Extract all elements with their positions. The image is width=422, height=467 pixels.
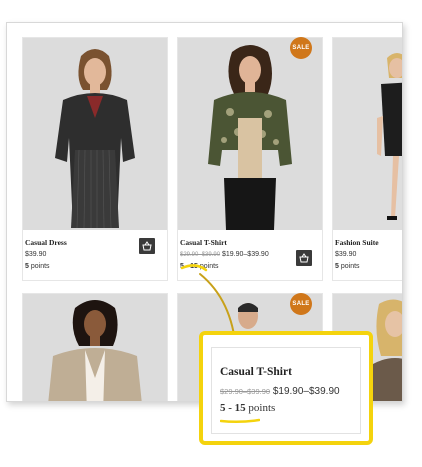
zoomed-current-price: $19.90–$39.90 bbox=[272, 386, 340, 397]
highlight-underline bbox=[220, 418, 260, 424]
points-value: 5 - 15 bbox=[180, 263, 198, 270]
product-points: 5 points bbox=[335, 263, 360, 270]
model-photo-t-shirt bbox=[178, 38, 322, 230]
product-image[interactable] bbox=[333, 38, 402, 230]
model-photo-blazer bbox=[23, 294, 167, 401]
current-price: $19.90–$39.90 bbox=[222, 251, 269, 258]
zoom-callout: Casual T-Shirt $29.90–$39.90 $19.90–$39.… bbox=[199, 331, 373, 445]
product-points: 5 - 15 points bbox=[180, 263, 219, 270]
product-image[interactable] bbox=[23, 294, 167, 401]
product-price: $39.90 bbox=[335, 251, 357, 258]
product-card[interactable] bbox=[22, 293, 168, 401]
points-suffix: points bbox=[199, 263, 219, 270]
points-value: 5 bbox=[335, 263, 339, 270]
add-to-cart-button[interactable] bbox=[139, 238, 155, 254]
basket-icon bbox=[299, 253, 309, 263]
product-card-fashion-suite[interactable]: Fashion Suite $39.90 5 points bbox=[332, 37, 402, 281]
product-image[interactable] bbox=[23, 38, 167, 230]
product-card-casual-t-shirt[interactable]: SALE Casual T-Shirt $29.90–$39.90 $19.90… bbox=[177, 37, 323, 281]
points-suffix: points bbox=[340, 263, 360, 270]
model-photo-suite bbox=[333, 38, 402, 230]
zoomed-product-card: Casual T-Shirt $29.90–$39.90 $19.90–$39.… bbox=[211, 347, 361, 434]
sale-badge: SALE bbox=[290, 293, 312, 315]
model-photo-dress bbox=[23, 38, 167, 230]
product-name[interactable]: Casual T-Shirt bbox=[180, 238, 227, 247]
zoomed-points-suffix: points bbox=[248, 402, 276, 414]
zoomed-product-price: $29.90–$39.90 $19.90–$39.90 bbox=[220, 386, 340, 397]
zoomed-product-points: 5 - 15 points bbox=[220, 402, 275, 414]
zoomed-points-value: 5 - 15 bbox=[220, 402, 246, 414]
product-card-casual-dress[interactable]: Casual Dress $39.90 5 points bbox=[22, 37, 168, 281]
product-price: $39.90 bbox=[25, 251, 47, 258]
product-name[interactable]: Casual Dress bbox=[25, 238, 67, 247]
product-points: 5 points bbox=[25, 263, 50, 270]
product-name[interactable]: Fashion Suite bbox=[335, 238, 379, 247]
product-price: $29.90–$39.90 $19.90–$39.90 bbox=[180, 251, 269, 258]
points-suffix: points bbox=[30, 263, 50, 270]
zoomed-product-name: Casual T-Shirt bbox=[220, 366, 292, 378]
old-price: $29.90–$39.90 bbox=[180, 252, 221, 258]
product-image[interactable] bbox=[178, 38, 322, 230]
basket-icon bbox=[142, 241, 152, 251]
points-value: 5 bbox=[25, 263, 29, 270]
sale-badge: SALE bbox=[290, 37, 312, 59]
zoomed-old-price: $29.90–$39.90 bbox=[220, 387, 271, 396]
add-to-cart-button[interactable] bbox=[296, 250, 312, 266]
